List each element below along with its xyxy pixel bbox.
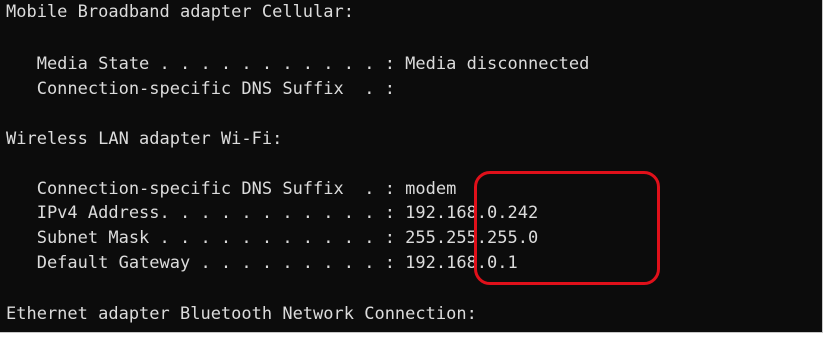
dns-suffix-cellular-line: Connection-specific DNS Suffix . : (6, 79, 395, 99)
adapter-heading-cellular: Mobile Broadband adapter Cellular: (6, 2, 354, 22)
highlight-annotation-box (474, 171, 660, 285)
adapter-heading-wifi: Wireless LAN adapter Wi-Fi: (6, 129, 283, 149)
ipv4-address-line: IPv4 Address. . . . . . . . . . . : 192.… (6, 203, 539, 223)
default-gateway-line: Default Gateway . . . . . . . . . : 192.… (6, 253, 518, 273)
adapter-heading-ethernet-bluetooth: Ethernet adapter Bluetooth Network Conne… (6, 304, 477, 324)
subnet-mask-line: Subnet Mask . . . . . . . . . . . : 255.… (6, 228, 539, 248)
media-state-line: Media State . . . . . . . . . . . : Medi… (6, 54, 590, 74)
command-prompt-output[interactable]: Mobile Broadband adapter Cellular: Media… (0, 0, 823, 333)
dns-suffix-wifi-line: Connection-specific DNS Suffix . : modem (6, 179, 457, 199)
